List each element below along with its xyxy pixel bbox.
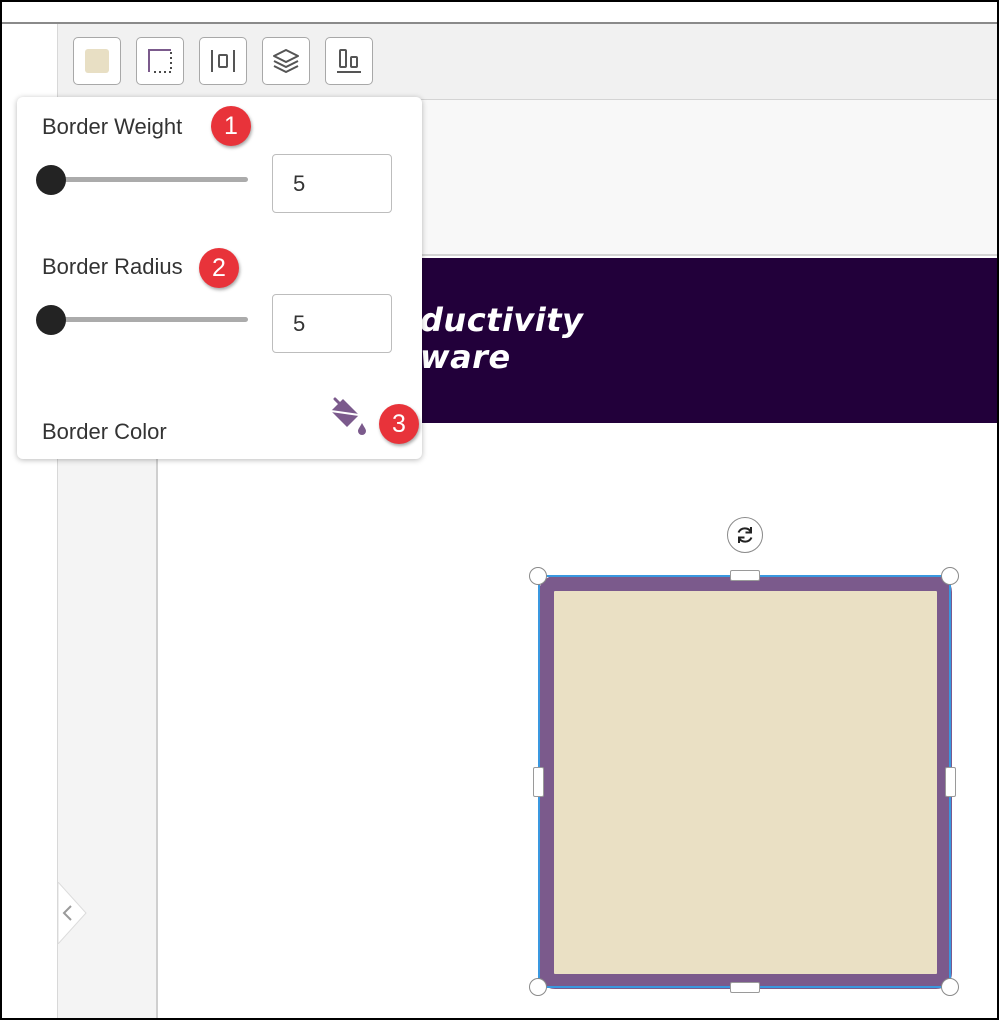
border-weight-input[interactable]: 5 [272, 154, 392, 213]
fill-swatch-icon [85, 49, 109, 73]
border-color-label: Border Color [42, 419, 167, 444]
resize-handle-top-right[interactable] [941, 567, 959, 585]
distribute-button[interactable] [199, 37, 247, 85]
border-radius-input[interactable]: 5 [272, 294, 392, 353]
border-weight-slider-knob[interactable] [36, 165, 66, 195]
border-radius-slider-knob[interactable] [36, 305, 66, 335]
resize-handle-left[interactable] [533, 767, 544, 797]
resize-handle-bottom-left[interactable] [529, 978, 547, 996]
border-radius-label: Border Radius [42, 254, 183, 279]
layers-icon [273, 49, 299, 73]
distribute-horizontal-icon [211, 50, 235, 72]
border-weight-label: Border Weight [42, 114, 183, 139]
top-bar [2, 2, 997, 24]
banner-title-line1: ductivity [420, 301, 584, 339]
resize-handle-right[interactable] [945, 767, 956, 797]
resize-handle-top[interactable] [730, 570, 760, 581]
resize-handle-top-left[interactable] [529, 567, 547, 585]
border-radius-slider[interactable] [47, 317, 248, 322]
border-color-picker[interactable] [325, 397, 369, 442]
layers-button[interactable] [262, 37, 310, 85]
rotate-handle[interactable] [727, 517, 763, 553]
fill-color-button[interactable] [73, 37, 121, 85]
selection-outline [538, 575, 951, 988]
resize-handle-bottom[interactable] [730, 982, 760, 993]
rotate-icon [737, 527, 753, 543]
align-bottom-icon [337, 49, 361, 73]
app-frame: ductivity ware Border Weight 1 5 Border [0, 0, 999, 1020]
callout-badge-1: 1 [211, 106, 251, 146]
resize-handle-bottom-right[interactable] [941, 978, 959, 996]
banner-title: ductivity ware [420, 302, 583, 376]
paint-bucket-icon [330, 397, 366, 435]
chevron-left-icon [57, 880, 87, 946]
callout-badge-3: 3 [379, 404, 419, 444]
callout-badge-2: 2 [199, 248, 239, 288]
banner-title-line2: ware [420, 338, 511, 376]
border-style-button[interactable] [136, 37, 184, 85]
border-settings-panel: Border Weight 1 5 Border Radius 2 5 Bord… [17, 97, 422, 459]
align-button[interactable] [325, 37, 373, 85]
collapse-sidebar-tab[interactable] [57, 880, 88, 946]
border-style-icon [148, 49, 172, 73]
border-weight-slider[interactable] [47, 177, 248, 182]
shape-toolbar [58, 24, 997, 100]
